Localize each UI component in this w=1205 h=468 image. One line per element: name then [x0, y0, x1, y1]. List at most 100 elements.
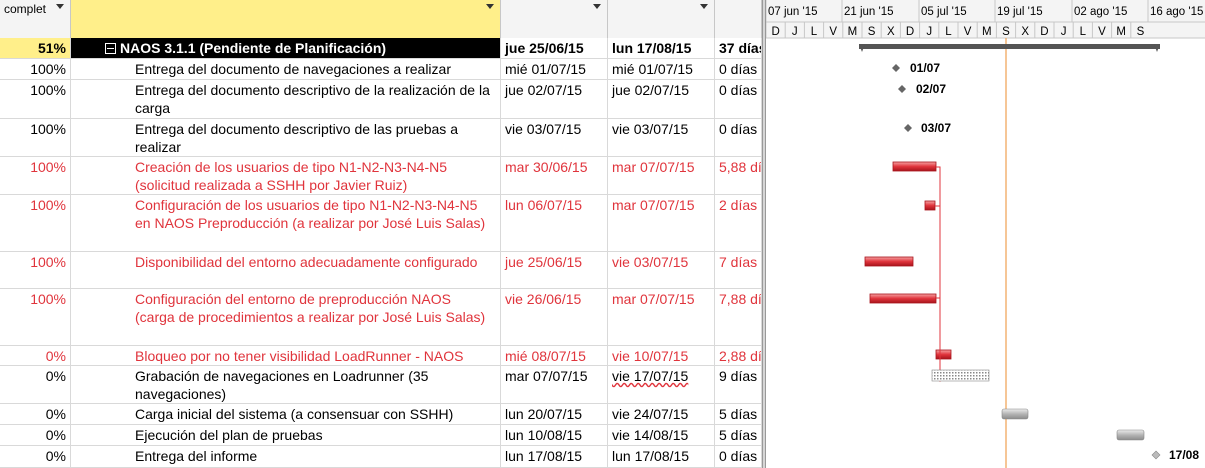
duration-cell[interactable]: 0 días [715, 80, 762, 118]
duration-cell[interactable]: 0 días [715, 446, 762, 467]
pct-cell[interactable]: 51% [0, 38, 71, 58]
finish-cell[interactable]: mar 07/07/15 [608, 157, 715, 194]
duration-cell[interactable]: 0 días [715, 59, 762, 79]
name-cell[interactable]: Configuración del entorno de preproducci… [71, 289, 501, 345]
duration-cell[interactable]: 5 días [715, 404, 762, 424]
milestone-17-08[interactable] [1151, 450, 1161, 460]
chevron-down-icon[interactable] [56, 4, 64, 9]
finish-cell[interactable]: mar 07/07/15 [608, 195, 715, 251]
duration-cell[interactable]: 7,88 días [715, 289, 762, 345]
start-cell[interactable]: jue 02/07/15 [501, 80, 608, 118]
duration-cell[interactable]: 37 días [715, 38, 762, 58]
table-row[interactable]: 100% Configuración de los usuarios de ti… [0, 195, 762, 252]
start-cell[interactable]: jue 25/06/15 [501, 252, 608, 288]
start-cell[interactable]: lun 10/08/15 [501, 425, 608, 445]
column-header-duration[interactable] [715, 0, 762, 38]
task-bar-hatched[interactable] [931, 369, 990, 382]
finish-cell[interactable]: lun 17/08/15 [608, 446, 715, 467]
name-cell[interactable]: Entrega del documento descriptivo de la … [71, 80, 501, 118]
finish-cell[interactable]: jue 02/07/15 [608, 80, 715, 118]
name-cell[interactable]: Grabación de navegaciones en Loadrunner … [71, 366, 501, 403]
column-header-start[interactable] [501, 0, 608, 38]
pct-cell[interactable]: 0% [0, 404, 71, 424]
duration-cell[interactable]: 2 días [715, 195, 762, 251]
finish-cell[interactable]: vie 10/07/15 [608, 346, 715, 365]
name-cell[interactable]: Entrega del documento de navegaciones a … [71, 59, 501, 79]
name-cell[interactable]: Ejecución del plan de pruebas [71, 425, 501, 445]
task-bar-critical[interactable] [869, 293, 937, 304]
start-cell[interactable]: mar 07/07/15 [501, 366, 608, 403]
table-row[interactable]: 100% Disponibilidad del entorno adecuada… [0, 252, 762, 289]
name-cell[interactable]: Configuración de los usuarios de tipo N1… [71, 195, 501, 251]
table-row[interactable]: 0% Bloqueo por no tener visibilidad Load… [0, 346, 762, 366]
table-row[interactable]: 100% Configuración del entorno de prepro… [0, 289, 762, 346]
table-row[interactable]: 0% Ejecución del plan de pruebas lun 10/… [0, 425, 762, 446]
pct-cell[interactable]: 0% [0, 425, 71, 445]
duration-cell[interactable]: 2,88 días [715, 346, 762, 365]
finish-cell[interactable]: vie 14/08/15 [608, 425, 715, 445]
task-bar-critical[interactable] [935, 349, 952, 360]
start-cell[interactable]: vie 03/07/15 [501, 119, 608, 156]
pct-cell[interactable]: 100% [0, 157, 71, 194]
milestone-03-07[interactable] [904, 124, 912, 132]
milestone-01-07[interactable] [892, 64, 900, 72]
pct-cell[interactable]: 100% [0, 59, 71, 79]
finish-cell[interactable]: lun 17/08/15 [608, 38, 715, 58]
name-cell[interactable]: Disponibilidad del entorno adecuadamente… [71, 252, 501, 288]
finish-cell[interactable]: vie 03/07/15 [608, 119, 715, 156]
name-cell[interactable]: Bloqueo por no tener visibilidad LoadRun… [71, 346, 501, 365]
start-cell[interactable]: jue 25/06/15 [501, 38, 608, 58]
pct-cell[interactable]: 100% [0, 195, 71, 251]
finish-cell[interactable]: vie 24/07/15 [608, 404, 715, 424]
duration-cell[interactable]: 0 días [715, 119, 762, 156]
pct-cell[interactable]: 100% [0, 119, 71, 156]
pct-cell[interactable]: 100% [0, 252, 71, 288]
start-cell[interactable]: mar 30/06/15 [501, 157, 608, 194]
table-row[interactable]: 100% Creación de los usuarios de tipo N1… [0, 157, 762, 195]
collapse-icon[interactable] [105, 43, 116, 54]
pct-cell[interactable]: 0% [0, 446, 71, 467]
chevron-down-icon[interactable] [700, 4, 708, 9]
name-cell[interactable]: Carga inicial del sistema (a consensuar … [71, 404, 501, 424]
task-bar-critical[interactable] [892, 161, 937, 172]
column-header-name[interactable] [71, 0, 501, 38]
table-row[interactable]: 0% Entrega del informe lun 17/08/15 lun … [0, 446, 762, 468]
table-row[interactable]: 0% Carga inicial del sistema (a consensu… [0, 404, 762, 425]
task-bar-critical[interactable] [924, 200, 936, 211]
start-cell[interactable]: lun 20/07/15 [501, 404, 608, 424]
pct-cell[interactable]: 100% [0, 289, 71, 345]
name-cell[interactable]: Entrega del documento descriptivo de las… [71, 119, 501, 156]
chevron-down-icon[interactable] [486, 4, 494, 9]
start-cell[interactable]: lun 17/08/15 [501, 446, 608, 467]
summary-row[interactable]: 51% NAOS 3.1.1 (Pendiente de Planificaci… [0, 38, 762, 59]
pct-cell[interactable]: 100% [0, 80, 71, 118]
finish-cell[interactable]: vie 03/07/15 [608, 252, 715, 288]
pct-cell[interactable]: 0% [0, 346, 71, 365]
finish-cell[interactable]: mié 01/07/15 [608, 59, 715, 79]
duration-cell[interactable]: 5 días [715, 425, 762, 445]
column-header-finish[interactable] [608, 0, 715, 38]
summary-bar[interactable] [859, 44, 1160, 52]
table-row[interactable]: 100% Entrega del documento descriptivo d… [0, 80, 762, 119]
name-cell[interactable]: NAOS 3.1.1 (Pendiente de Planificación) [71, 38, 501, 58]
chevron-down-icon[interactable] [593, 4, 601, 9]
name-cell[interactable]: Creación de los usuarios de tipo N1-N2-N… [71, 157, 501, 194]
table-row[interactable]: 0% Grabación de navegaciones en Loadrunn… [0, 366, 762, 404]
finish-cell[interactable]: mar 07/07/15 [608, 289, 715, 345]
task-bar[interactable] [1001, 408, 1029, 420]
start-cell[interactable]: vie 26/06/15 [501, 289, 608, 345]
task-bar[interactable] [1116, 429, 1145, 441]
table-row[interactable]: 100% Entrega del documento de navegacion… [0, 59, 762, 80]
name-cell[interactable]: Entrega del informe [71, 446, 501, 467]
start-cell[interactable]: mié 08/07/15 [501, 346, 608, 365]
start-cell[interactable]: mié 01/07/15 [501, 59, 608, 79]
duration-cell[interactable]: 5,88 días [715, 157, 762, 194]
duration-cell[interactable]: 9 días [715, 366, 762, 403]
column-header-pct[interactable]: complet [0, 0, 71, 38]
milestone-02-07[interactable] [898, 85, 906, 93]
task-bar-critical[interactable] [864, 256, 914, 267]
pct-cell[interactable]: 0% [0, 366, 71, 403]
table-row[interactable]: 100% Entrega del documento descriptivo d… [0, 119, 762, 157]
start-cell[interactable]: lun 06/07/15 [501, 195, 608, 251]
finish-cell[interactable]: vie 17/07/15 [608, 366, 715, 403]
